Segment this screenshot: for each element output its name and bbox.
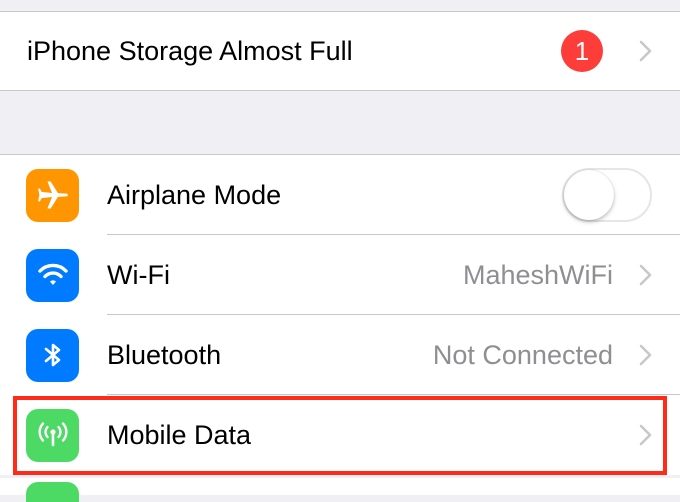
settings-row-airplane-mode: Airplane Mode [0,155,680,235]
wifi-icon [26,248,79,302]
settings-row-bluetooth[interactable]: Bluetooth Not Connected [0,315,680,395]
settings-row-mobile-data[interactable]: Mobile Data [0,395,680,475]
notification-badge: 1 [561,30,603,72]
toggle-knob [564,170,614,220]
antenna-icon [26,408,79,462]
settings-row-partial [0,478,680,495]
chevron-right-icon [639,344,652,366]
airplane-mode-toggle[interactable] [562,168,652,222]
chevron-right-icon [639,424,652,446]
storage-alert-row[interactable]: iPhone Storage Almost Full 1 [0,12,680,91]
bluetooth-label: Bluetooth [107,339,222,370]
mobile-data-label: Mobile Data [107,419,252,450]
airplane-icon [26,168,79,222]
chevron-right-icon [639,40,652,62]
partial-app-icon [26,482,79,502]
airplane-mode-label: Airplane Mode [107,179,282,210]
bluetooth-status-value: Not Connected [432,339,613,370]
chevron-right-icon [639,264,652,286]
section-spacer [0,91,680,155]
settings-row-wifi[interactable]: Wi-Fi MaheshWiFi [0,235,680,315]
wifi-network-value: MaheshWiFi [462,259,613,290]
settings-group: Airplane Mode Wi-Fi MaheshWiFi Bluetooth… [0,155,680,475]
bluetooth-icon [26,328,79,382]
wifi-label: Wi-Fi [107,259,170,290]
storage-alert-title: iPhone Storage Almost Full [27,35,353,66]
top-spacer [0,0,680,12]
